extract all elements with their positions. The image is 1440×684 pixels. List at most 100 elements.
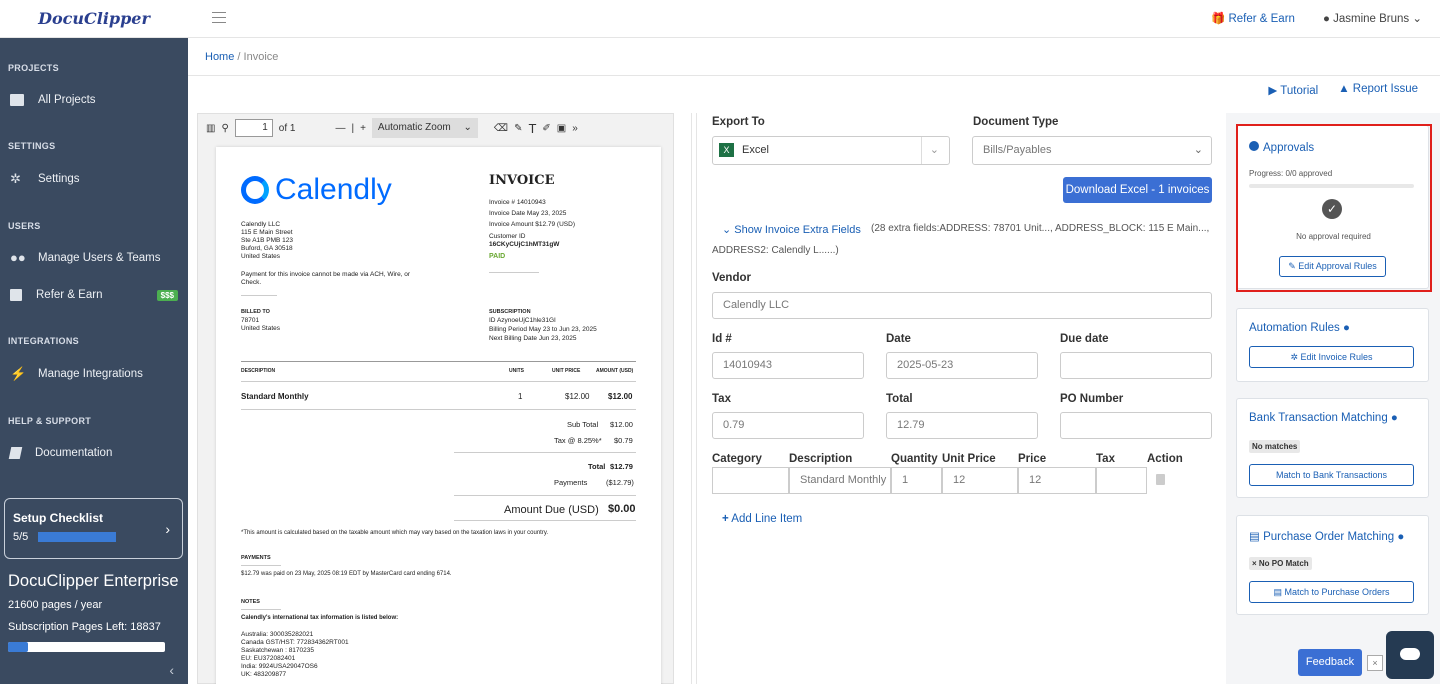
from-line-2: 115 E Main Street (241, 229, 293, 236)
col-description: DESCRIPTION (241, 368, 276, 374)
tax-input[interactable]: 0.79 (712, 412, 864, 439)
collapse-sidebar-icon[interactable]: ‹ (169, 662, 174, 678)
total-input[interactable]: 12.79 (886, 412, 1038, 439)
text-icon[interactable]: T (528, 121, 536, 136)
search-icon[interactable]: ⚲ (221, 123, 228, 134)
download-excel-button[interactable]: Download Excel - 1 invoices (1063, 177, 1212, 203)
more-tools-icon[interactable]: » (572, 123, 578, 134)
highlight-icon[interactable]: ⌫ (494, 123, 508, 134)
line-description-input[interactable]: Standard Monthly (789, 467, 891, 494)
tax-footnote: *This amount is calculated based on the … (241, 530, 549, 536)
total-label: Total (588, 462, 606, 471)
from-line-4: Buford, GA 30518 (241, 245, 293, 252)
setup-checklist[interactable]: Setup Checklist 5/5 › (4, 498, 183, 559)
line-quantity-input[interactable]: 1 (891, 467, 942, 494)
from-line-1: Calendly LLC (241, 221, 281, 228)
trash-icon[interactable] (1156, 474, 1165, 485)
refer-earn-label: Refer & Earn (1228, 13, 1295, 25)
line-category-input[interactable] (712, 467, 789, 494)
chat-widget-icon[interactable] (1386, 631, 1434, 679)
po-matching-title-label: Purchase Order Matching (1263, 531, 1395, 543)
play-icon: ▶ (1268, 85, 1278, 97)
refer-earn-link[interactable]: 🎁 Refer & Earn (1211, 11, 1295, 25)
po-number-input[interactable] (1060, 412, 1212, 439)
line-price-input[interactable]: 12 (1018, 467, 1096, 494)
help-icon[interactable]: ● (1343, 322, 1350, 334)
po-matching-card: ▤ Purchase Order Matching ● × No PO Matc… (1236, 515, 1429, 615)
tutorial-link[interactable]: ▶ Tutorial (1268, 83, 1318, 97)
underline-icon[interactable]: ✎ (514, 123, 522, 134)
date-input[interactable]: 2025-05-23 (886, 352, 1038, 379)
extra-fields-summary: (28 extra fields:ADDRESS: 78701 Unit...,… (871, 223, 1210, 234)
from-line-5: United States (241, 253, 281, 260)
page-number-input[interactable]: 1 (234, 119, 273, 137)
document-type-value: Bills/Payables (983, 144, 1052, 156)
document-type-select[interactable]: Bills/Payables ⌄ (972, 136, 1212, 165)
automation-title: Automation Rules ● (1249, 322, 1350, 334)
po-number-label: PO Number (1060, 393, 1124, 405)
match-bank-button[interactable]: Match to Bank Transactions (1249, 464, 1414, 486)
feedback-button[interactable]: Feedback (1298, 649, 1362, 676)
tax-info-3: Saskatchewan : 8170235 (241, 647, 314, 654)
page-actions: ▶ Tutorial ▲ Report Issue (1268, 83, 1418, 97)
zoom-in-button[interactable]: + (360, 123, 366, 134)
report-issue-link[interactable]: ▲ Report Issue (1338, 83, 1418, 97)
bank-matching-card: Bank Transaction Matching ● No matches M… (1236, 398, 1429, 498)
bank-matching-title-label: Bank Transaction Matching (1249, 412, 1388, 424)
sidebar-item-documentation[interactable]: Documentation (0, 441, 188, 465)
row-description: Standard Monthly (241, 392, 309, 401)
user-menu[interactable]: ● Jasmine Bruns ⌄ (1323, 11, 1422, 25)
vendor-input[interactable]: Calendly LLC (712, 292, 1212, 319)
warning-icon: ▲ (1338, 83, 1350, 95)
line-tax-input[interactable] (1096, 467, 1147, 494)
sidebar-item-integrations[interactable]: ⚡ Manage Integrations (0, 362, 188, 386)
logo[interactable]: DocuClipper (38, 9, 150, 28)
bank-matching-title: Bank Transaction Matching ● (1249, 412, 1398, 424)
add-line-item-link[interactable]: + Add Line Item (722, 513, 802, 525)
sidebar-item-refer[interactable]: Refer & Earn $$$ (0, 283, 188, 307)
export-to-value: Excel (742, 144, 769, 156)
match-po-button[interactable]: ▤ Match to Purchase Orders (1249, 581, 1414, 603)
no-matches-badge: No matches (1249, 440, 1301, 453)
line-unit-price-input[interactable]: 12 (942, 467, 1018, 494)
draw-icon[interactable]: ✐ (542, 123, 550, 134)
chevron-down-icon: ⌄ (1193, 144, 1203, 156)
toolbar-divider: | (351, 122, 355, 134)
help-icon[interactable]: ● (1397, 531, 1404, 543)
help-icon[interactable]: ● (1391, 412, 1398, 424)
book-icon (8, 447, 23, 459)
due-date-input[interactable] (1060, 352, 1212, 379)
gift-icon (10, 289, 22, 301)
topbar: 🎁 Refer & Earn ● Jasmine Bruns ⌄ (188, 0, 1440, 38)
zoom-out-button[interactable]: — (335, 123, 345, 134)
plug-icon: ⚡ (10, 366, 27, 381)
user-name: Jasmine Bruns (1333, 13, 1410, 25)
pane-splitter[interactable] (691, 113, 697, 684)
sidebar-item-settings[interactable]: ✲ Settings (0, 167, 188, 191)
logo-bar: DocuClipper (0, 0, 188, 38)
checklist-progress: 5/5 (13, 531, 29, 543)
zoom-select[interactable]: Automatic Zoom ⌄ (371, 118, 478, 138)
col-amount: AMOUNT (USD) (596, 368, 634, 374)
show-extra-fields-link[interactable]: ⌄ Show Invoice Extra Fields (722, 223, 861, 236)
image-icon[interactable]: ▣ (557, 123, 566, 134)
sidebar-item-manage-users[interactable]: ●● Manage Users & Teams (0, 246, 188, 270)
tax-info-1: Australia: 300035282021 (241, 631, 314, 638)
col-units: UNITS (509, 368, 524, 374)
edit-invoice-rules-label: Edit Invoice Rules (1300, 352, 1373, 362)
po-matching-title: ▤ Purchase Order Matching ● (1249, 529, 1404, 543)
export-to-select[interactable]: X Excel ⌄ (712, 136, 950, 165)
edit-invoice-rules-button[interactable]: ✲ Edit Invoice Rules (1249, 346, 1414, 368)
plan-pages: 21600 pages / year (8, 599, 103, 611)
tax-info-2: Canada GST/HST: 772834362RT001 (241, 639, 349, 646)
id-input[interactable]: 14010943 (712, 352, 864, 379)
menu-toggle-icon[interactable] (212, 12, 226, 23)
invoice-number: Invoice # 14010943 (489, 199, 546, 206)
close-feedback-icon[interactable]: × (1367, 655, 1383, 671)
breadcrumb-home[interactable]: Home (205, 51, 234, 63)
payment-note-1: Payment for this invoice cannot be made … (241, 271, 411, 278)
sidebar-toggle-icon[interactable]: ▥ (206, 123, 215, 134)
payment-note-2: Check. (241, 279, 262, 286)
sidebar-item-all-projects[interactable]: All Projects (0, 88, 188, 112)
pdf-toolbar: ▥ ⚲ 1 of 1 — | + Automatic Zoom ⌄ ⌫ ✎ T … (198, 114, 673, 142)
